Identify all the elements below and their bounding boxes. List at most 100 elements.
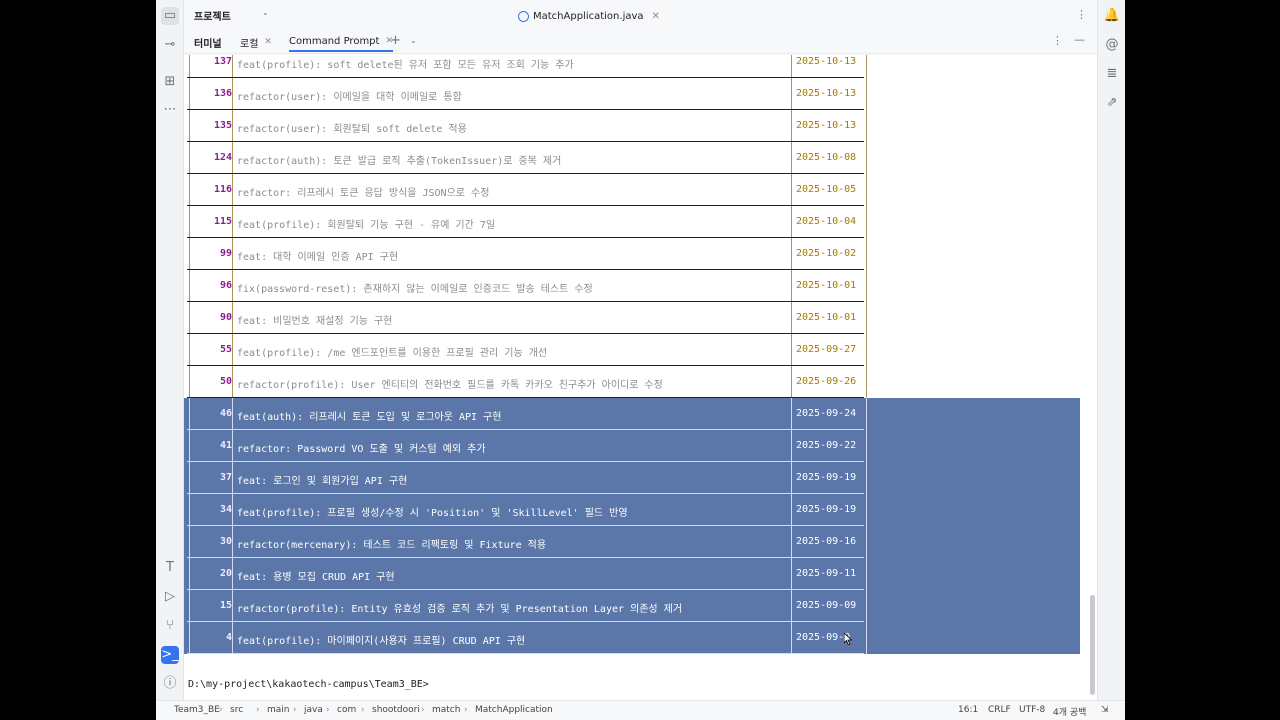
commit-message: refactor(profile): Entity 유효성 검증 로직 추가 및… [237, 604, 683, 615]
table-row: 34 feat(profile): 프로필 생성/수정 시 'Position' … [184, 494, 1080, 526]
terminal-tab-bar: 터미널 로컬 ✕ Command Prompt ✕ + ⌄ ⋮ — [184, 30, 1097, 54]
lock-icon[interactable]: ⇲ [1101, 705, 1109, 715]
commit-date: 2025-09-27 [796, 344, 857, 355]
editor-tab[interactable]: MatchApplication.java ✕ [518, 7, 660, 25]
ide-window: ▭ ⊸ ⊞ ⋯ T ▷ ⑂ >_ ⓘ 🔔 @ ≣ ⇗ 프로젝트 ⌄ MatchA… [156, 0, 1125, 720]
indent-setting[interactable]: 4개 공백 [1053, 705, 1086, 718]
commit-number: 4 [225, 632, 232, 643]
commit-date: 2025-10-01 [796, 312, 857, 323]
chevron-right-icon: › [293, 705, 297, 715]
commit-message: refactor(user): 이메일을 대학 이메일로 통합 [237, 92, 462, 103]
commit-number: 37 [219, 472, 232, 483]
commit-date: 2025-09-19 [796, 504, 857, 515]
table-row: 41 refactor: Password VO 도출 및 커스텀 예외 추가 20… [184, 430, 1080, 462]
minimize-icon[interactable]: — [1074, 33, 1085, 46]
file-encoding[interactable]: UTF-8 [1019, 705, 1045, 715]
terminal-icon[interactable]: >_ [161, 646, 179, 664]
git-branch-icon[interactable]: ⑂ [161, 617, 179, 635]
table-row: 90 feat: 비밀번호 재설정 기능 구현 2025-10-01 [184, 302, 1097, 334]
breadcrumb-item[interactable]: match [432, 705, 460, 715]
commit-date: 2025-09-0 [796, 632, 851, 643]
breadcrumb-item[interactable]: MatchApplication [475, 705, 553, 715]
structure-icon[interactable]: ⊞ [161, 73, 179, 91]
mouse-cursor-icon [844, 633, 852, 645]
ai-assistant-icon[interactable]: @ [1103, 36, 1121, 54]
commit-message: feat: 로그인 및 회원가입 API 구현 [237, 476, 408, 487]
table-row: 96 fix(password-reset): 존재하지 않는 이메일로 인증코드… [184, 270, 1097, 302]
commit-message: feat(profile): 마이페이지(사용자 프로필) CRUD API 구… [237, 636, 526, 647]
commit-number: 137 [213, 56, 232, 67]
commit-date: 2025-10-02 [796, 248, 857, 259]
chevron-right-icon: › [361, 705, 365, 715]
table-row: 30 refactor(mercenary): 테스트 코드 리팩토링 및 Fix… [184, 526, 1080, 558]
commit-number: 41 [219, 440, 232, 451]
breadcrumb-item[interactable]: main [267, 705, 290, 715]
tab-terminal[interactable]: 터미널 [194, 32, 222, 52]
chevron-right-icon: › [256, 705, 260, 715]
table-row: 15 refactor(profile): Entity 유효성 검증 로직 추가… [184, 590, 1080, 622]
close-icon[interactable]: ✕ [264, 37, 272, 47]
line-ending[interactable]: CRLF [988, 705, 1011, 715]
database-icon[interactable]: ≣ [1103, 65, 1121, 83]
breadcrumb-item[interactable]: com [337, 705, 356, 715]
tab-local[interactable]: 로컬 ✕ [240, 32, 272, 52]
commit-date: 2025-10-13 [796, 56, 857, 67]
commit-message: refactor(profile): User 엔티티의 전화번호 필드를 카톡… [237, 380, 663, 391]
chevron-down-icon[interactable]: ⌄ [262, 8, 269, 17]
more-tools-icon[interactable]: ⋯ [161, 101, 179, 119]
breadcrumb-item[interactable]: java [304, 705, 323, 715]
commit-number: 115 [213, 216, 232, 227]
table-row: 116 refactor: 리프레시 토큰 응답 방식을 JSON으로 수정 202… [184, 174, 1097, 206]
endpoints-icon[interactable]: ⇗ [1103, 94, 1121, 112]
chevron-right-icon: › [421, 705, 425, 715]
commit-date: 2025-09-11 [796, 568, 857, 579]
chevron-down-icon[interactable]: ⌄ [410, 36, 417, 45]
scrollbar[interactable] [1090, 595, 1095, 695]
problems-icon[interactable]: ⓘ [161, 675, 179, 693]
more-vertical-icon[interactable]: ⋮ [1052, 34, 1063, 47]
commit-message: feat: 비밀번호 재설정 기능 구현 [237, 316, 393, 327]
commit-date: 2025-09-22 [796, 440, 857, 451]
right-tool-strip: 🔔 @ ≣ ⇗ [1097, 0, 1125, 700]
commit-message: fix(password-reset): 존재하지 않는 이메일로 인증코드 발… [237, 284, 593, 295]
tab-command-prompt-label: Command Prompt [289, 35, 380, 47]
command-prompt[interactable]: D:\my-project\kakaotech-campus\Team3_BE> [188, 679, 429, 690]
tab-terminal-label: 터미널 [194, 38, 222, 50]
chevron-right-icon: › [219, 705, 223, 715]
commit-message: feat(profile): 프로필 생성/수정 시 'Position' 및 … [237, 508, 628, 519]
commit-date: 2025-10-04 [796, 216, 857, 227]
commit-number: 136 [213, 88, 232, 99]
add-tab-icon[interactable]: + [390, 33, 401, 48]
breadcrumb-item[interactable]: src [230, 705, 243, 715]
folder-icon[interactable]: ▭ [161, 7, 179, 25]
commit-number: 34 [219, 504, 232, 515]
commit-number: 99 [219, 248, 232, 259]
cursor-position[interactable]: 16:1 [958, 705, 978, 715]
table-row: 99 feat: 대학 이메일 인증 API 구현 2025-10-02 [184, 238, 1097, 270]
table-row: 115 feat(profile): 회원탈퇴 기능 구현 - 유예 기간 7일 2… [184, 206, 1097, 238]
commit-message: feat(profile): soft delete된 유저 포함 모든 유저 … [237, 60, 574, 71]
java-class-icon [518, 10, 529, 22]
commit-number: 90 [219, 312, 232, 323]
table-row: 37 feat: 로그인 및 회원가입 API 구현 2025-09-19 [184, 462, 1080, 494]
more-vertical-icon[interactable]: ⋮ [1076, 8, 1087, 21]
breadcrumb-item[interactable]: Team3_BE [174, 705, 220, 715]
run-icon[interactable]: ▷ [161, 588, 179, 606]
commit-number: 96 [219, 280, 232, 291]
commit-icon[interactable]: ⊸ [161, 36, 179, 54]
commit-date: 2025-09-19 [796, 472, 857, 483]
breadcrumb-item[interactable]: shootdoori [372, 705, 420, 715]
text-tool-icon[interactable]: T [161, 559, 179, 577]
terminal-output[interactable]: 137 feat(profile): soft delete된 유저 포함 모든 … [184, 55, 1097, 700]
project-label[interactable]: 프로젝트 [194, 8, 231, 23]
commit-date: 2025-09-26 [796, 376, 857, 387]
table-row: 124 refactor(auth): 토큰 발급 로직 추출(TokenIssu… [184, 142, 1097, 174]
commit-message: refactor: Password VO 도출 및 커스텀 예외 추가 [237, 444, 486, 455]
commit-number: 135 [213, 120, 232, 131]
table-row: 55 feat(profile): /me 엔드포인트를 이용한 프로필 관리 기… [184, 334, 1097, 366]
commit-date: 2025-09-09 [796, 600, 857, 611]
close-icon[interactable]: ✕ [652, 11, 660, 22]
tab-command-prompt[interactable]: Command Prompt ✕ [289, 32, 393, 52]
notifications-icon[interactable]: 🔔 [1103, 7, 1121, 25]
commit-date: 2025-10-13 [796, 120, 857, 131]
